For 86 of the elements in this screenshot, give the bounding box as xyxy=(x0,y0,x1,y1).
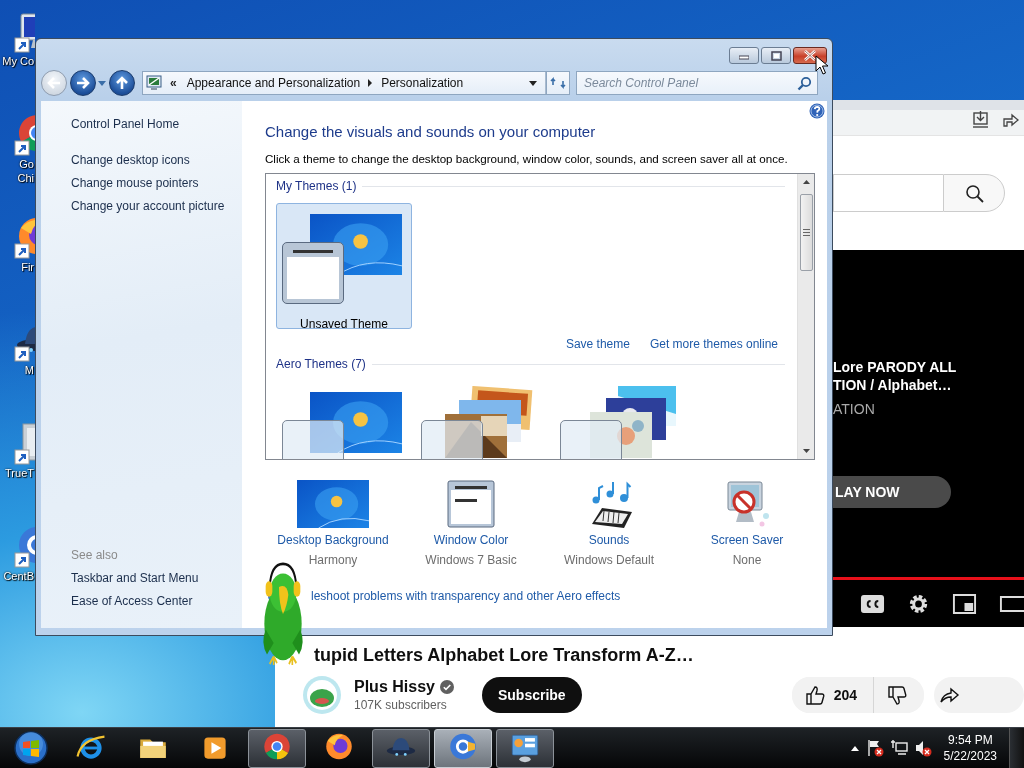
show-hidden-icons-icon[interactable] xyxy=(849,744,860,752)
setting-link[interactable]: Sounds xyxy=(588,533,630,547)
breadcrumb-link[interactable]: Personalization xyxy=(379,76,466,90)
setting-link[interactable]: Desktop Background xyxy=(277,533,389,547)
refresh-icon xyxy=(550,75,566,91)
subscriber-count: 107K subscribers xyxy=(354,697,448,713)
chevron-icon[interactable] xyxy=(368,79,374,87)
video-title: TION / Alphabet… xyxy=(833,376,953,394)
setting-value: Windows 7 Basic xyxy=(425,553,517,567)
group-heading: Aero Themes (7) xyxy=(276,357,366,371)
taskbar-button[interactable] xyxy=(434,728,492,768)
share-button[interactable] xyxy=(934,677,1024,713)
group-heading: My Themes (1) xyxy=(276,179,357,193)
forward-arrow-icon xyxy=(75,75,91,91)
scrollbar-track[interactable] xyxy=(797,174,814,459)
scroll-thumb[interactable] xyxy=(799,194,813,271)
scroll-up-icon[interactable] xyxy=(801,179,811,185)
address-bar[interactable]: « Appearance and Personalization Personalization xyxy=(142,71,547,95)
desktop-icon-label: Go xyxy=(18,157,34,171)
taskbar-button[interactable] xyxy=(496,728,554,768)
video-subtitle: ATION xyxy=(833,400,876,418)
search-button[interactable] xyxy=(943,174,1005,212)
navigation-link[interactable]: Change your account picture xyxy=(71,199,225,213)
theme-tile[interactable]: Unsaved Theme xyxy=(276,203,412,329)
link[interactable]: Get more themes online xyxy=(649,337,778,351)
maximize-button[interactable] xyxy=(761,47,791,64)
link[interactable]: Save theme xyxy=(565,337,630,351)
forward-button[interactable] xyxy=(70,70,96,96)
navigation-link[interactable]: Taskbar and Start Menu xyxy=(71,571,199,585)
miniplayer-icon[interactable] xyxy=(952,592,978,616)
refresh-button[interactable] xyxy=(546,71,570,95)
setting-value: Harmony xyxy=(308,553,358,567)
navigation-link[interactable]: Control Panel Home xyxy=(71,117,180,131)
thumbs-down-icon xyxy=(887,684,908,706)
instruction-text: Click a theme to change the desktop background, window color, sounds, and screen saver all at once. xyxy=(265,152,789,166)
up-button[interactable] xyxy=(109,70,135,96)
like-count: 204 xyxy=(833,687,857,703)
show-desktop-button[interactable] xyxy=(1009,728,1024,768)
desktop-icon-label: CentB xyxy=(2,569,34,583)
channel-avatar[interactable] xyxy=(302,675,342,715)
breadcrumb-link[interactable]: Appearance and Personalization xyxy=(184,76,363,90)
desktop-icon-label: My Co xyxy=(1,54,34,68)
search-icon[interactable] xyxy=(797,76,812,91)
section-heading: See also xyxy=(71,548,119,562)
video-title: Lore PARODY ALL xyxy=(833,358,958,376)
desktop-icon-label: M xyxy=(23,363,34,377)
caret-icon xyxy=(528,80,537,86)
flag-icon[interactable] xyxy=(865,738,884,758)
search-icon xyxy=(964,183,984,203)
restore-icon xyxy=(770,50,782,61)
taskbar-button[interactable] xyxy=(248,728,306,768)
window-preview xyxy=(282,242,344,304)
video-title: tupid Letters Alphabet Lore Transform A-Z… xyxy=(313,644,695,666)
desktop-icon-label: Fir xyxy=(20,260,34,274)
setting-link[interactable]: Screen Saver xyxy=(710,533,784,547)
window-color-icon[interactable] xyxy=(447,480,495,528)
desktop-icon-label: Chi xyxy=(16,171,34,185)
caret-icon xyxy=(97,80,106,86)
setting-value: None xyxy=(732,553,762,567)
thumbs-up-icon xyxy=(804,684,826,706)
channel-name[interactable]: Plus Hissy xyxy=(354,677,435,697)
control-panel-icon xyxy=(146,75,162,91)
setting-value: Windows Default xyxy=(563,553,654,567)
clock[interactable]: 9:54 PM 5/22/2023 xyxy=(937,732,1003,764)
navigation-link[interactable]: Change mouse pointers xyxy=(71,176,199,190)
minimize-button[interactable] xyxy=(729,47,759,64)
subscribe-button[interactable]: Subscribe xyxy=(481,677,582,713)
download-icon[interactable] xyxy=(971,109,990,129)
navigation-link[interactable]: Change desktop icons xyxy=(71,153,190,167)
breadcrumb-overflow-button[interactable]: « xyxy=(168,76,179,90)
cursor-icon xyxy=(815,55,829,75)
setting-link[interactable]: Window Color xyxy=(433,533,509,547)
windows-logo-icon xyxy=(13,730,49,766)
help-icon[interactable] xyxy=(809,103,825,119)
up-arrow-icon xyxy=(114,75,130,91)
back-arrow-icon xyxy=(46,75,62,91)
close-icon xyxy=(804,50,816,61)
troubleshoot-link[interactable]: leshoot problems with transparency and other Aero effects xyxy=(311,589,621,603)
navigation-link[interactable]: Ease of Access Center xyxy=(71,594,193,608)
captions-icon[interactable] xyxy=(860,592,885,616)
scroll-down-icon[interactable] xyxy=(801,448,811,454)
network-icon[interactable] xyxy=(889,738,908,758)
page-heading: Change the visuals and sounds on your computer xyxy=(265,123,597,141)
play-button[interactable]: LAY NOW xyxy=(833,476,951,508)
desktop-icon-label: TrueT xyxy=(4,466,34,480)
search-field[interactable]: Search Control Panel xyxy=(576,71,818,95)
